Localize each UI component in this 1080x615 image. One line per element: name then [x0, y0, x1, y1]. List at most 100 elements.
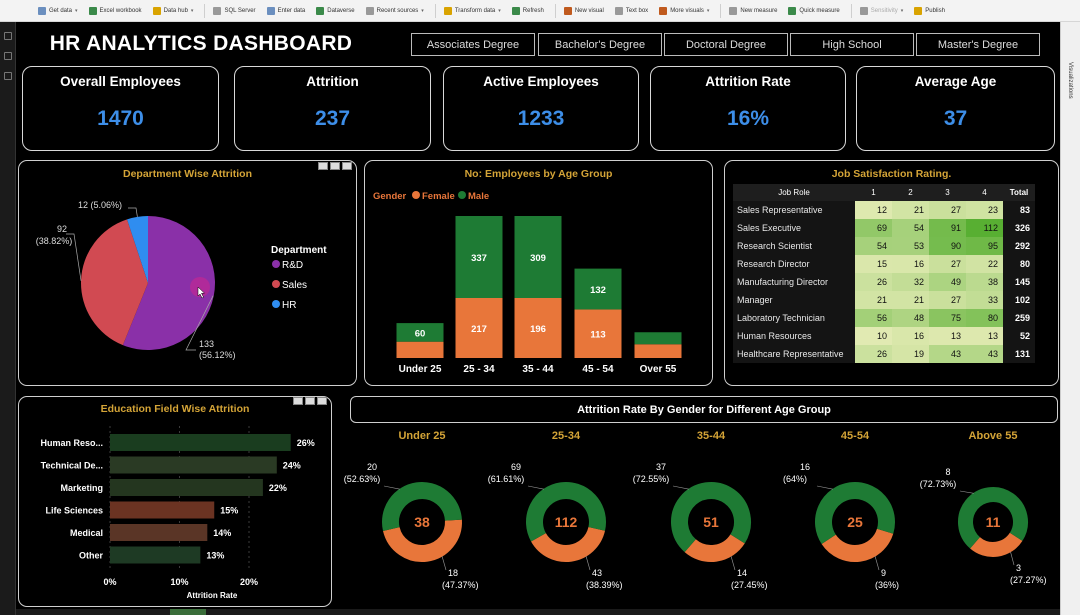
ribbon-button[interactable]: Excel workbook	[88, 6, 142, 15]
slicer-high-school[interactable]: High School	[790, 33, 914, 56]
slicer-masters-degree[interactable]: Master's Degree	[916, 33, 1040, 56]
y-tick-label: Life Sciences	[45, 506, 103, 516]
donut-leader-line	[672, 485, 690, 490]
kpi-value: 16%	[726, 107, 770, 130]
rating-cell: 19	[892, 345, 929, 363]
bar-label-female: 196	[530, 324, 546, 335]
ribbon-separator	[554, 3, 556, 18]
table-row[interactable]: Sales Executive 69 54 91 112 326	[733, 219, 1035, 237]
ribbon-button[interactable]: Get data ▾	[38, 6, 78, 15]
ribbon-button[interactable]: Data hub ▾	[152, 6, 193, 15]
slicer-bachelors-degree[interactable]: Bachelor's Degree	[538, 33, 662, 56]
ribbon-button[interactable]: Refresh	[511, 6, 544, 15]
ribbon-button[interactable]: More visuals ▾	[659, 6, 709, 15]
education-field-bar-chart[interactable]: Human Reso... 26% Technical De... 24% Market…	[18, 396, 332, 607]
bar-segment-male[interactable]	[634, 332, 682, 345]
hbar[interactable]	[110, 479, 263, 496]
report-view-icon[interactable]	[4, 32, 12, 40]
hbar[interactable]	[110, 456, 277, 474]
bar-value-label: 14%	[213, 528, 231, 538]
bar-segment-female[interactable]	[396, 341, 444, 358]
slicer-associates-degree[interactable]: Associates Degree	[411, 33, 535, 56]
table-icon	[266, 6, 275, 15]
ribbon-button-label: More visuals	[670, 7, 704, 14]
rating-cell: 27	[929, 255, 966, 273]
donut-segment-female[interactable]	[970, 532, 1023, 557]
department-pie-chart[interactable]: 133(56.12%) 92 (38.82%) 12 (5.06%) Departmen…	[18, 160, 357, 386]
model-view-icon[interactable]	[4, 72, 12, 80]
kpi-attrition[interactable]: Attrition 237	[234, 66, 431, 151]
kpi-active-employees[interactable]: Active Employees 1233	[443, 66, 639, 151]
hbar[interactable]	[110, 501, 215, 519]
total-cell: 52	[1003, 327, 1035, 345]
table-row[interactable]: Manager 21 21 27 33 102	[733, 291, 1035, 309]
ribbon-button[interactable]: SQL Server	[213, 6, 256, 15]
bar-segment-female[interactable]	[634, 344, 682, 358]
visualizations-pane-collapsed[interactable]: Visualizations	[1060, 22, 1080, 615]
visualizations-label: Visualizations	[1067, 62, 1073, 99]
donut-label-female-pct: (38.39%)	[586, 580, 623, 590]
table-row[interactable]: Laboratory Technician 56 48 75 80 259	[733, 309, 1035, 327]
ribbon-button[interactable]: Quick measure	[788, 6, 840, 15]
visuals-icon	[659, 6, 668, 15]
hbar[interactable]	[110, 524, 208, 541]
ribbon-button[interactable]: Enter data	[266, 6, 305, 15]
column-header[interactable]: 1	[855, 184, 892, 201]
ribbon-button[interactable]: Transform data ▾	[443, 6, 501, 15]
ribbon-button[interactable]: Recent sources ▾	[365, 6, 424, 15]
y-tick-label: Medical	[70, 528, 103, 538]
total-cell: 131	[1003, 345, 1035, 363]
total-cell: 80	[1003, 255, 1035, 273]
gender-age-donut-charts[interactable]: Under 253820(52.63%)18(47.37%)25-3411269…	[340, 424, 1060, 609]
table-row[interactable]: Research Scientist 54 53 90 95 292	[733, 237, 1035, 255]
table-row[interactable]: Human Resources 10 16 13 13 52	[733, 327, 1035, 345]
ribbon-button[interactable]: Text box	[614, 6, 648, 15]
rating-cell: 38	[966, 273, 1003, 291]
donut-segment-female[interactable]	[684, 533, 745, 562]
ribbon-button-label: Publish	[925, 7, 945, 14]
chevron-down-icon: ▾	[498, 7, 501, 14]
kpi-average-age[interactable]: Average Age 37	[856, 66, 1055, 151]
column-header[interactable]: 4	[966, 184, 1003, 201]
page-tab-active[interactable]	[170, 609, 206, 615]
table-view-icon[interactable]	[4, 52, 12, 60]
slicer-doctoral-degree[interactable]: Doctoral Degree	[664, 33, 788, 56]
donut-group-title: 45-54	[841, 430, 870, 442]
rating-cell: 33	[966, 291, 1003, 309]
kpi-label: Average Age	[914, 74, 997, 89]
rating-cell: 54	[892, 219, 929, 237]
hbar[interactable]	[110, 434, 291, 451]
job-satisfaction-matrix[interactable]: Job Role 1 2 3 4 Total Sales Representative 12 2…	[733, 184, 1035, 363]
donut-segment-female[interactable]	[821, 528, 894, 562]
donut-label-male-pct: (61.61%)	[488, 474, 525, 484]
column-header[interactable]: Total	[1003, 184, 1035, 201]
x-tick-label: 25 - 34	[463, 364, 495, 375]
kpi-value: 1233	[517, 107, 565, 130]
kpi-overall-employees[interactable]: Overall Employees 1470	[22, 66, 219, 151]
column-header[interactable]: 2	[892, 184, 929, 201]
shield-icon	[859, 6, 868, 15]
hbar[interactable]	[110, 546, 201, 564]
column-header[interactable]: 3	[929, 184, 966, 201]
ribbon-button[interactable]: New visual	[563, 6, 604, 15]
table-row[interactable]: Manufacturing Director 26 32 49 38 145	[733, 273, 1035, 291]
rating-cell: 23	[966, 201, 1003, 219]
ribbon-button[interactable]: Dataverse	[316, 6, 355, 15]
donut-segment-female[interactable]	[531, 526, 606, 562]
total-cell: 292	[1003, 237, 1035, 255]
table-row[interactable]: Sales Representative 12 21 27 23 83	[733, 201, 1035, 219]
ribbon-separator	[850, 3, 852, 18]
kpi-attrition-rate[interactable]: Attrition Rate 16%	[650, 66, 846, 151]
table-row[interactable]: Healthcare Representative 26 19 43 43 131	[733, 345, 1035, 363]
legend-item-sales: Sales	[282, 280, 307, 291]
ribbon-button[interactable]: New measure	[729, 6, 777, 15]
bar-label-male: 132	[590, 285, 606, 296]
y-tick-label: Human Reso...	[40, 438, 103, 448]
legend-marker	[272, 300, 280, 308]
rating-cell: 56	[855, 309, 892, 327]
total-cell: 326	[1003, 219, 1035, 237]
table-row[interactable]: Research Director 15 16 27 22 80	[733, 255, 1035, 273]
column-header[interactable]: Job Role	[733, 184, 855, 201]
ribbon-button[interactable]: Publish	[914, 6, 945, 15]
age-group-stacked-bar-chart[interactable]: Gender Female Male 60 Under 25 217 337 25 - 34 1…	[364, 160, 713, 386]
